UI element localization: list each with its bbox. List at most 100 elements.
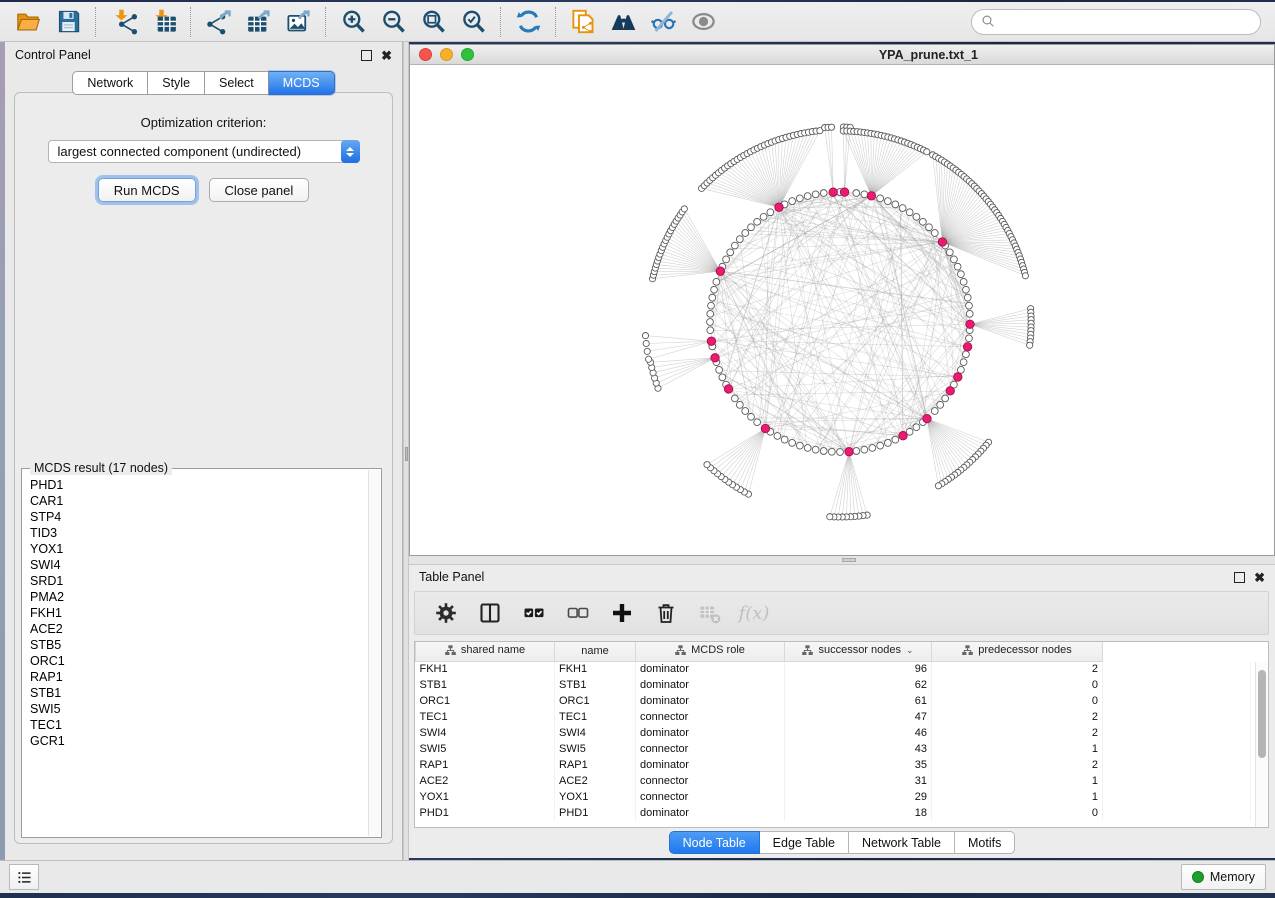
mcds-node-item[interactable]: YOX1 — [24, 541, 367, 557]
mcds-node[interactable] — [966, 320, 974, 328]
network-node[interactable] — [957, 366, 964, 373]
network-node[interactable] — [812, 446, 819, 453]
tab-motifs[interactable]: Motifs — [955, 831, 1015, 854]
tab-network[interactable]: Network — [72, 71, 148, 95]
network-node[interactable] — [796, 195, 803, 202]
network-node[interactable] — [966, 310, 973, 317]
network-node[interactable] — [804, 193, 811, 200]
network-node[interactable] — [853, 448, 860, 455]
network-node[interactable] — [957, 271, 964, 278]
network-node[interactable] — [884, 439, 891, 446]
network-node[interactable] — [731, 242, 738, 249]
splitter-handle[interactable] — [842, 558, 856, 562]
float-panel-icon[interactable] — [361, 50, 372, 61]
memory-button[interactable]: Memory — [1181, 864, 1266, 890]
network-node[interactable] — [789, 439, 796, 446]
find-binoculars-button[interactable] — [603, 5, 643, 39]
deselect-all-button[interactable] — [559, 595, 597, 631]
network-node[interactable] — [736, 236, 743, 243]
network-node[interactable] — [853, 190, 860, 197]
mcds-node[interactable] — [899, 432, 907, 440]
minimize-window-icon[interactable] — [440, 48, 453, 61]
tab-mcds[interactable]: MCDS — [269, 71, 335, 95]
network-node[interactable] — [774, 433, 781, 440]
network-node[interactable] — [760, 213, 767, 220]
network-leaf-node[interactable] — [1027, 342, 1033, 348]
network-node[interactable] — [960, 278, 967, 285]
network-node[interactable] — [861, 191, 868, 198]
mcds-node[interactable] — [775, 203, 783, 211]
mcds-node-item[interactable]: STB1 — [24, 685, 367, 701]
open-file-button[interactable] — [8, 5, 48, 39]
maximize-window-icon[interactable] — [461, 48, 474, 61]
network-node[interactable] — [942, 395, 949, 402]
mcds-node-item[interactable]: PMA2 — [24, 589, 367, 605]
network-node[interactable] — [742, 408, 749, 415]
network-leaf-node[interactable] — [643, 340, 649, 346]
zoom-out-button[interactable] — [373, 5, 413, 39]
table-row[interactable]: STB1STB1dominator620 — [416, 677, 1251, 693]
network-node[interactable] — [937, 401, 944, 408]
tab-select[interactable]: Select — [205, 71, 269, 95]
network-node[interactable] — [731, 395, 738, 402]
table-row[interactable]: ORC1ORC1dominator610 — [416, 693, 1251, 709]
column-header-name[interactable]: name — [555, 642, 636, 661]
mcds-node[interactable] — [954, 373, 962, 381]
network-node[interactable] — [767, 209, 774, 216]
network-node[interactable] — [946, 249, 953, 256]
network-node[interactable] — [789, 198, 796, 205]
network-node[interactable] — [820, 190, 827, 197]
table-row[interactable]: RAP1RAP1dominator352 — [416, 757, 1251, 773]
mcds-node-item[interactable]: TEC1 — [24, 717, 367, 733]
network-node[interactable] — [736, 401, 743, 408]
network-leaf-node[interactable] — [1022, 273, 1028, 279]
mcds-node-item[interactable]: SRD1 — [24, 573, 367, 589]
add-column-button[interactable] — [603, 595, 641, 631]
tab-node-table[interactable]: Node Table — [669, 831, 760, 854]
network-node[interactable] — [892, 201, 899, 208]
mcds-node-item[interactable]: GCR1 — [24, 733, 367, 749]
network-titlebar[interactable]: YPA_prune.txt_1 — [410, 45, 1274, 65]
column-header-predecessor-nodes[interactable]: predecessor nodes — [932, 642, 1103, 661]
network-leaf-node[interactable] — [645, 356, 651, 362]
network-node[interactable] — [966, 302, 973, 309]
mcds-node-item[interactable]: FKH1 — [24, 605, 367, 621]
clone-network-button[interactable] — [563, 5, 603, 39]
float-panel-icon[interactable] — [1234, 572, 1245, 583]
mcds-node[interactable] — [716, 267, 724, 275]
table-row[interactable]: YOX1YOX1connector291 — [416, 789, 1251, 805]
network-node[interactable] — [707, 319, 714, 326]
tab-edge-table[interactable]: Edge Table — [760, 831, 849, 854]
network-leaf-node[interactable] — [644, 348, 650, 354]
network-node[interactable] — [861, 446, 868, 453]
mcds-node-item[interactable]: STP4 — [24, 509, 367, 525]
import-network-button[interactable] — [103, 5, 143, 39]
network-node[interactable] — [919, 218, 926, 225]
network-node[interactable] — [754, 218, 761, 225]
network-node[interactable] — [869, 445, 876, 452]
table-row[interactable]: SWI5SWI5connector431 — [416, 741, 1251, 757]
zoom-selected-button[interactable] — [453, 5, 493, 39]
network-graph[interactable] — [410, 65, 1274, 555]
network-node[interactable] — [742, 230, 749, 237]
network-node[interactable] — [913, 424, 920, 431]
network-leaf-node[interactable] — [924, 149, 930, 155]
network-node[interactable] — [966, 335, 973, 342]
network-node[interactable] — [804, 445, 811, 452]
network-leaf-node[interactable] — [828, 124, 834, 130]
table-row[interactable]: ACE2ACE2connector311 — [416, 773, 1251, 789]
mcds-node[interactable] — [840, 188, 848, 196]
mcds-node-item[interactable]: SWI4 — [24, 557, 367, 573]
network-node[interactable] — [931, 230, 938, 237]
network-leaf-node[interactable] — [935, 483, 941, 489]
tab-style[interactable]: Style — [148, 71, 205, 95]
export-network-button[interactable] — [198, 5, 238, 39]
mcds-node-item[interactable]: PHD1 — [24, 477, 367, 493]
close-panel-icon[interactable]: ✖ — [1254, 572, 1265, 583]
network-node[interactable] — [892, 436, 899, 443]
mcds-node[interactable] — [946, 387, 954, 395]
mcds-node[interactable] — [845, 447, 853, 455]
splitter-handle[interactable] — [405, 447, 408, 461]
network-node[interactable] — [906, 209, 913, 216]
network-node[interactable] — [931, 408, 938, 415]
